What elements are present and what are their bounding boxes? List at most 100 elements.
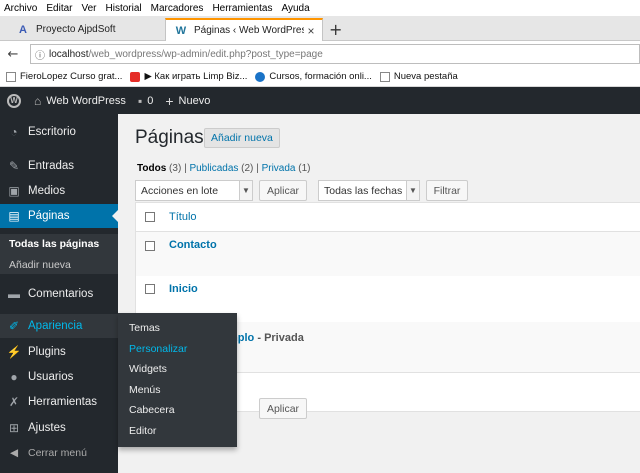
sidebar-item-entradas[interactable]: ✎ Entradas xyxy=(0,154,118,178)
new-content-label: Nuevo xyxy=(178,94,211,107)
submenu-anadir-nueva[interactable]: Añadir nueva xyxy=(9,259,71,271)
bookmark-nueva-pestana[interactable]: Nueva pestaña xyxy=(379,71,458,82)
bulk-actions-select[interactable]: Acciones en lote ▼ xyxy=(135,180,253,201)
view-count: (2) xyxy=(241,163,254,174)
page-title: Páginas xyxy=(135,127,204,148)
menu-historial[interactable]: Historial xyxy=(106,3,142,14)
wp-admin-bar: W ⌂ Web WordPress ▪ 0 + Nuevo xyxy=(0,87,640,114)
view-filters: Todos (3) | Publicadas (2) | Privada (1) xyxy=(137,163,310,174)
bookmark-fierolopez[interactable]: FieroLopez Curso grat... xyxy=(6,71,122,82)
view-privada[interactable]: Privada xyxy=(262,163,296,174)
dates-filter-select[interactable]: Todas las fechas ▼ xyxy=(318,180,420,201)
sidebar-item-ajustes[interactable]: ⊞ Ajustes xyxy=(0,416,118,440)
view-publicadas[interactable]: Publicadas xyxy=(189,163,238,174)
sidebar-item-comentarios[interactable]: ▬ Comentarios xyxy=(0,282,118,306)
bookmark-label: ▶ Как играть Limp Biz... xyxy=(144,71,248,82)
flyout-menus[interactable]: Menús xyxy=(129,384,161,396)
flyout-cabecera[interactable]: Cabecera xyxy=(129,404,175,416)
tab-proyecto-ajpdsoft[interactable]: A Proyecto AjpdSoft xyxy=(8,18,158,41)
user-icon: ● xyxy=(10,370,18,384)
comments-count: 0 xyxy=(147,94,154,107)
sidebar-item-label: Apariencia xyxy=(28,320,83,332)
brush-icon: ✐ xyxy=(8,319,20,333)
row-checkbox[interactable] xyxy=(145,284,155,294)
info-icon[interactable]: ⓘ xyxy=(35,47,45,62)
sidebar-item-paginas[interactable]: ▤ Páginas xyxy=(0,204,118,228)
menu-archivo[interactable]: Archivo xyxy=(4,3,37,14)
add-new-page-button[interactable]: Añadir nueva xyxy=(204,128,280,148)
menu-ver[interactable]: Ver xyxy=(81,3,96,14)
sidebar-item-label: Ajustes xyxy=(28,422,66,434)
bookmark-cursos[interactable]: Cursos, formación onli... xyxy=(255,71,372,82)
column-title-header[interactable]: Título xyxy=(169,211,197,223)
sidebar-item-usuarios[interactable]: ● Usuarios xyxy=(0,365,118,389)
flyout-temas[interactable]: Temas xyxy=(129,322,160,334)
dashboard-icon: ◔ xyxy=(10,125,18,139)
tab-strip: A Proyecto AjpdSoft W Páginas ‹ Web Word… xyxy=(0,16,640,41)
url-path: /web_wordpress/wp-admin/edit.php?post_ty… xyxy=(88,48,323,60)
row-checkbox[interactable] xyxy=(145,241,155,251)
media-icon: ▣ xyxy=(8,184,20,198)
page-title-link[interactable]: mplo - Privada xyxy=(228,332,304,344)
chevron-down-icon: ▼ xyxy=(406,181,419,200)
sidebar-item-apariencia[interactable]: ✐ Apariencia xyxy=(0,314,118,338)
url-host: localhost xyxy=(49,48,89,60)
sidebar-item-medios[interactable]: ▣ Medios xyxy=(0,179,118,203)
post-state: - Privada xyxy=(257,332,304,344)
tab-paginas-wordpress[interactable]: W Páginas ‹ Web WordPress — WordPress × xyxy=(165,18,323,41)
comment-bubble-icon: ▪ xyxy=(137,93,143,108)
home-icon: ⌂ xyxy=(34,93,42,108)
filter-button[interactable]: Filtrar xyxy=(426,180,468,201)
wordpress-logo-icon[interactable]: W xyxy=(0,87,28,114)
table-row: Contacto xyxy=(136,232,640,276)
menu-herramientas[interactable]: Herramientas xyxy=(212,3,272,14)
flyout-personalizar[interactable]: Personalizar xyxy=(129,343,187,355)
submenu-todas-las-paginas[interactable]: Todas las páginas xyxy=(9,238,99,250)
navigation-bar: ← ⓘ localhost /web_wordpress/wp-admin/ed… xyxy=(0,41,640,67)
sidebar-item-plugins[interactable]: ⚡ Plugins xyxy=(0,340,118,364)
sidebar-item-label: Medios xyxy=(28,185,66,197)
page-title-link[interactable]: Inicio xyxy=(169,283,198,295)
view-todos[interactable]: Todos xyxy=(137,163,166,174)
close-tab-icon[interactable]: × xyxy=(304,24,318,38)
wordpress-favicon-icon: W xyxy=(175,24,187,37)
site-name-link[interactable]: ⌂ Web WordPress xyxy=(34,94,126,108)
comments-link[interactable]: ▪ 0 xyxy=(138,94,153,108)
url-bar[interactable]: ⓘ localhost /web_wordpress/wp-admin/edit… xyxy=(30,44,640,64)
view-count: (3) xyxy=(169,163,182,174)
comment-icon: ▬ xyxy=(8,287,20,301)
apply-bottom-button[interactable]: Aplicar xyxy=(259,398,307,419)
collapse-menu-button[interactable]: ◀ Cerrar menú xyxy=(0,441,118,465)
table-header: Título xyxy=(136,203,640,232)
sidebar-item-label: Herramientas xyxy=(28,396,98,408)
sidebar-item-label: Plugins xyxy=(28,346,66,358)
select-all-checkbox[interactable] xyxy=(145,212,155,222)
page-title-link[interactable]: Contacto xyxy=(169,239,217,251)
browser-menubar: Archivo Editar Ver Historial Marcadores … xyxy=(0,0,640,16)
appearance-flyout-menu: Temas Personalizar Widgets Menús Cabecer… xyxy=(118,313,237,447)
collapse-arrow-icon: ◀ xyxy=(9,447,19,459)
flyout-editor[interactable]: Editor xyxy=(129,425,156,437)
sidebar-item-escritorio[interactable]: ◔ Escritorio xyxy=(0,120,118,144)
apply-button[interactable]: Aplicar xyxy=(259,180,307,201)
sidebar-item-herramientas[interactable]: ✗ Herramientas xyxy=(0,390,118,414)
bookmark-limp-bizkit[interactable]: ▶ Как играть Limp Biz... xyxy=(130,71,247,82)
view-count: (1) xyxy=(298,163,311,174)
sidebar-item-label: Entradas xyxy=(28,160,75,172)
flyout-widgets[interactable]: Widgets xyxy=(129,363,167,375)
ajpdsoft-favicon-icon: A xyxy=(19,23,27,36)
youtube-icon xyxy=(130,71,141,82)
menu-ayuda[interactable]: Ayuda xyxy=(281,3,309,14)
new-content-link[interactable]: + Nuevo xyxy=(165,93,210,109)
menu-editar[interactable]: Editar xyxy=(46,3,72,14)
back-arrow-icon[interactable]: ← xyxy=(4,47,22,62)
dates-filter-value: Todas las fechas xyxy=(324,184,403,197)
sidebar-item-label: Páginas xyxy=(28,210,70,222)
plus-icon: + xyxy=(165,92,174,109)
menu-marcadores[interactable]: Marcadores xyxy=(151,3,204,14)
new-tab-button[interactable]: + xyxy=(329,20,342,39)
sidebar-item-label: Usuarios xyxy=(28,371,74,383)
page-icon xyxy=(6,71,16,82)
pages-icon: ▤ xyxy=(8,209,20,223)
bookmark-label: Nueva pestaña xyxy=(393,71,458,82)
